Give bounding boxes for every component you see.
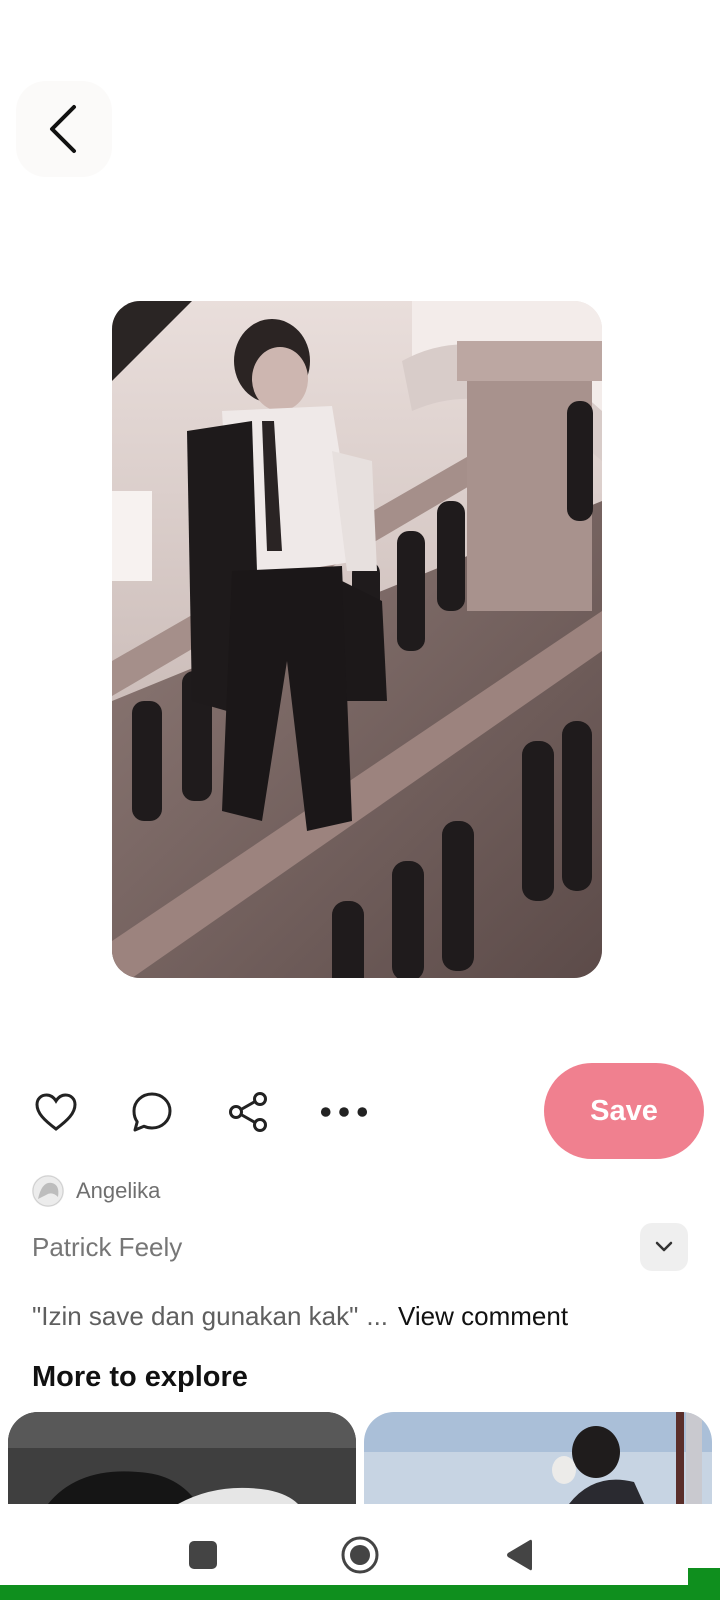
pin-image[interactable] [112,301,602,978]
share-button[interactable] [223,1087,273,1137]
explore-pin-card[interactable] [8,1412,356,1504]
comment-button[interactable] [127,1087,177,1137]
avatar-image [32,1175,64,1207]
comment-text: "Izin save dan gunakan kak" [32,1301,359,1331]
pin-photo [112,301,602,978]
pin-detail-screen: Save Angelika Patrick Feely "Izin save d… [0,0,720,1600]
nav-back-button[interactable] [497,1533,541,1577]
view-comment-link[interactable]: View comment [398,1301,568,1331]
chevron-down-icon [655,1241,673,1252]
pin-title: Patrick Feely [32,1232,183,1262]
comment-ellipsis: ... [366,1301,389,1331]
save-button[interactable]: Save [544,1063,704,1159]
circle-home-icon [341,1536,379,1574]
comment-bubble-icon [132,1092,172,1132]
share-icon [229,1092,267,1132]
explore-pin-image [8,1412,356,1504]
home-button[interactable] [338,1533,382,1577]
explore-pin-card[interactable] [364,1412,712,1504]
triangle-back-icon [507,1539,532,1571]
heart-icon [35,1093,77,1131]
back-button[interactable] [16,81,112,177]
more-to-explore-heading: More to explore [32,1361,248,1393]
more-dots-icon [320,1107,368,1117]
chevron-left-icon [50,105,76,153]
author-avatar[interactable] [32,1175,64,1207]
bottom-indicator-strip [0,1585,720,1600]
square-icon [189,1541,217,1569]
like-button[interactable] [31,1087,81,1137]
more-options-button[interactable] [319,1087,369,1137]
explore-pin-image [364,1412,712,1504]
recents-button[interactable] [181,1533,225,1577]
author-name[interactable]: Angelika [76,1176,160,1206]
comment-preview: "Izin save dan gunakan kak"... View comme… [32,1299,568,1333]
expand-details-button[interactable] [640,1223,688,1271]
